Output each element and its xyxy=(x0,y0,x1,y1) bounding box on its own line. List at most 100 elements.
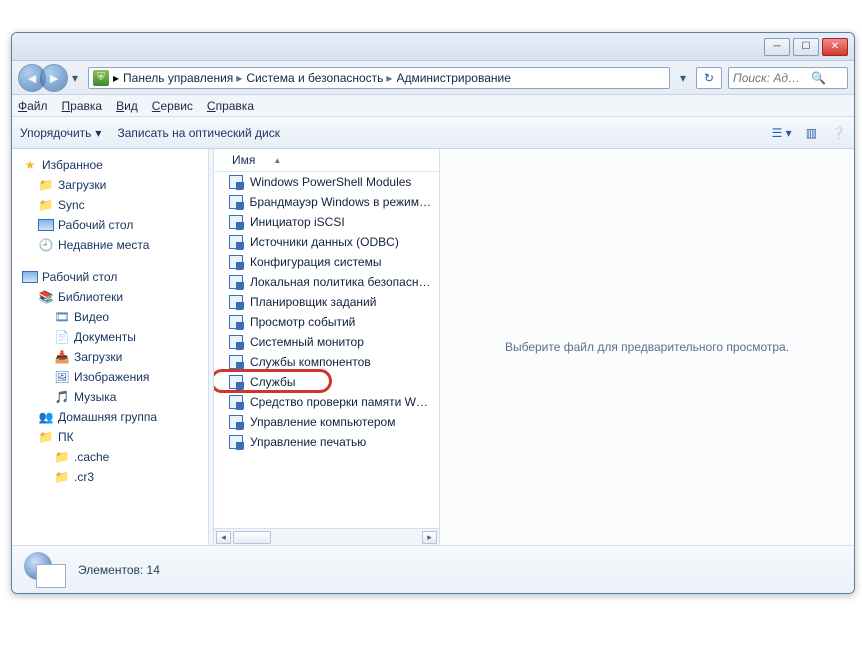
file-item[interactable]: Управление компьютером xyxy=(214,412,439,432)
file-item[interactable]: Просмотр событий xyxy=(214,312,439,332)
menu-edit[interactable]: Правка xyxy=(62,99,103,113)
libraries-icon: 📚 xyxy=(38,289,54,305)
sidebar-item[interactable]: Рабочий стол xyxy=(18,215,208,235)
chevron-right-icon: ▸ xyxy=(386,71,392,85)
shortcut-icon xyxy=(228,374,244,390)
favorites-root[interactable]: ★Избранное xyxy=(18,155,208,175)
menu-view[interactable]: Вид xyxy=(116,99,138,113)
address-bar: ◄ ► ▾ ⛨ ▸ Панель управления▸ Система и б… xyxy=(12,61,854,95)
breadcrumb-item[interactable]: Администрирование xyxy=(396,71,510,85)
pc-root[interactable]: 📁ПК xyxy=(18,427,208,447)
file-item[interactable]: Источники данных (ODBC) xyxy=(214,232,439,252)
maximize-button[interactable]: ☐ xyxy=(793,38,819,56)
file-item[interactable]: Конфигурация системы xyxy=(214,252,439,272)
sidebar-item[interactable]: 🎞Видео xyxy=(18,307,208,327)
shortcut-icon xyxy=(228,234,244,250)
recent-icon: 🕘 xyxy=(38,237,54,253)
file-item[interactable]: Службы xyxy=(214,372,439,392)
homegroup-root[interactable]: 👥Домашняя группа xyxy=(18,407,208,427)
star-icon: ★ xyxy=(22,157,38,173)
file-item-label: Windows PowerShell Modules xyxy=(250,175,411,189)
scroll-left-icon[interactable]: ◂ xyxy=(216,531,231,544)
sidebar-item[interactable]: 📁Sync xyxy=(18,195,208,215)
status-icon xyxy=(22,552,66,588)
file-item[interactable]: Локальная политика безопасн… xyxy=(214,272,439,292)
music-icon: 🎵 xyxy=(54,389,70,405)
history-dropdown-icon[interactable]: ▾ xyxy=(68,67,82,89)
breadcrumb-item[interactable]: Панель управления▸ xyxy=(123,71,242,85)
address-dropdown-icon[interactable]: ▾ xyxy=(676,71,690,85)
shortcut-icon xyxy=(228,294,244,310)
breadcrumb-item[interactable]: Система и безопасность▸ xyxy=(246,71,392,85)
libraries-root[interactable]: 📚Библиотеки xyxy=(18,287,208,307)
menu-file[interactable]: Файл xyxy=(18,99,48,113)
file-item-label: Инициатор iSCSI xyxy=(250,215,345,229)
shortcut-icon xyxy=(228,194,243,210)
close-button[interactable]: ✕ xyxy=(822,38,848,56)
search-input[interactable] xyxy=(733,71,807,85)
titlebar: ─ ☐ ✕ xyxy=(12,33,854,61)
file-item[interactable]: Средство проверки памяти W… xyxy=(214,392,439,412)
status-text: Элементов: 14 xyxy=(78,563,160,577)
organize-button[interactable]: Упорядочить ▾ xyxy=(20,126,101,140)
view-mode-button[interactable]: ☰ ▾ xyxy=(772,126,792,140)
file-item[interactable]: Брандмауэр Windows в режим… xyxy=(214,192,439,212)
menu-help[interactable]: Справка xyxy=(207,99,254,113)
item-list[interactable]: Windows PowerShell Modules Брандмауэр Win… xyxy=(214,172,439,528)
file-item[interactable]: Инициатор iSCSI xyxy=(214,212,439,232)
downloads-icon: 📥 xyxy=(54,349,70,365)
sidebar-item[interactable]: 📄Документы xyxy=(18,327,208,347)
shortcut-icon xyxy=(228,214,244,230)
file-item-label: Брандмауэр Windows в режим… xyxy=(249,195,431,209)
file-item-label: Источники данных (ODBC) xyxy=(250,235,399,249)
video-icon: 🎞 xyxy=(54,309,70,325)
desktop-group: Рабочий стол 📚Библиотеки 🎞Видео 📄Докумен… xyxy=(18,267,208,487)
sidebar-item[interactable]: 📁Загрузки xyxy=(18,175,208,195)
file-item-label: Службы компонентов xyxy=(250,355,371,369)
preview-pane-button[interactable]: ▥ xyxy=(806,126,817,140)
sidebar-item[interactable]: 📥Загрузки xyxy=(18,347,208,367)
file-item-label: Средство проверки памяти W… xyxy=(250,395,428,409)
pictures-icon: 🖼 xyxy=(54,369,70,385)
minimize-button[interactable]: ─ xyxy=(764,38,790,56)
column-header[interactable]: Имя ▲ xyxy=(214,149,439,172)
horizontal-scrollbar[interactable]: ◂ ▸ xyxy=(214,528,439,545)
folder-icon: 📁 xyxy=(54,449,70,465)
breadcrumb-label: Панель управления xyxy=(123,71,233,85)
preview-pane: Выберите файл для предварительного просм… xyxy=(440,149,854,545)
homegroup-icon: 👥 xyxy=(38,409,54,425)
refresh-button[interactable]: ↻ xyxy=(696,67,722,89)
forward-button[interactable]: ► xyxy=(40,64,68,92)
desktop-root[interactable]: Рабочий стол xyxy=(18,267,208,287)
menu-tools[interactable]: Сервис xyxy=(152,99,193,113)
navigation-pane[interactable]: ★Избранное 📁Загрузки 📁Sync Рабочий стол … xyxy=(12,149,209,545)
scroll-thumb[interactable] xyxy=(233,531,271,544)
file-item[interactable]: Управление печатью xyxy=(214,432,439,452)
file-item[interactable]: Планировщик заданий xyxy=(214,292,439,312)
status-bar: Элементов: 14 xyxy=(12,545,854,593)
sidebar-item[interactable]: 📁.cr3 xyxy=(18,467,208,487)
scroll-right-icon[interactable]: ▸ xyxy=(422,531,437,544)
breadcrumb-label: Система и безопасность xyxy=(246,71,383,85)
file-item[interactable]: Службы компонентов xyxy=(214,352,439,372)
main-area: ★Избранное 📁Загрузки 📁Sync Рабочий стол … xyxy=(12,149,854,545)
file-item[interactable]: Windows PowerShell Modules xyxy=(214,172,439,192)
file-item[interactable]: Системный монитор xyxy=(214,332,439,352)
sidebar-item[interactable]: 🖼Изображения xyxy=(18,367,208,387)
sidebar-item[interactable]: 📁.cache xyxy=(18,447,208,467)
breadcrumb-label: Администрирование xyxy=(396,71,510,85)
sidebar-item[interactable]: 🎵Музыка xyxy=(18,387,208,407)
sidebar-item[interactable]: 🕘Недавние места xyxy=(18,235,208,255)
help-button[interactable]: ❔ xyxy=(831,126,846,140)
breadcrumb[interactable]: ⛨ ▸ Панель управления▸ Система и безопас… xyxy=(88,67,670,89)
folder-icon: 📁 xyxy=(38,177,54,193)
shortcut-icon xyxy=(228,354,244,370)
search-box[interactable]: 🔍 xyxy=(728,67,848,89)
search-icon: 🔍 xyxy=(811,71,826,85)
folder-icon: 📁 xyxy=(38,197,54,213)
explorer-window: ─ ☐ ✕ ◄ ► ▾ ⛨ ▸ Панель управления▸ Систе… xyxy=(11,32,855,594)
burn-button[interactable]: Записать на оптический диск xyxy=(117,126,280,140)
window-controls: ─ ☐ ✕ xyxy=(764,38,848,56)
preview-message: Выберите файл для предварительного просм… xyxy=(505,340,789,354)
shortcut-icon xyxy=(228,414,244,430)
